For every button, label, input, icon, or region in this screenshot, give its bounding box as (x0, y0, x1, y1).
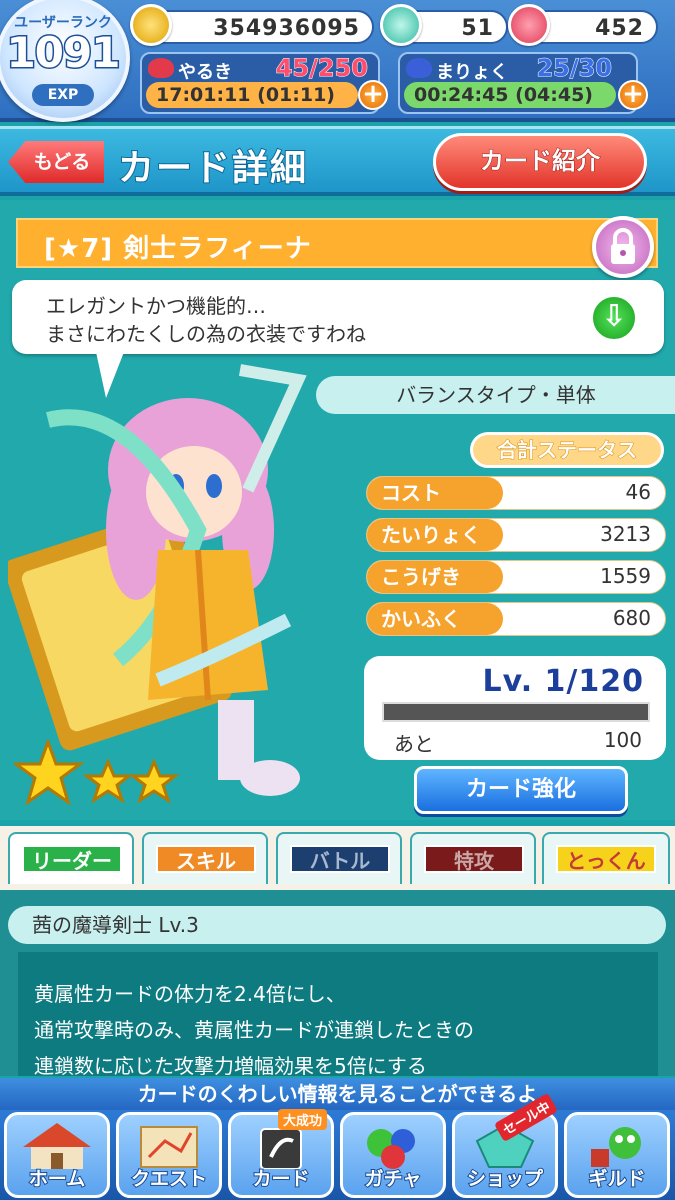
nav-card-badge: 大成功 (277, 1109, 327, 1130)
tab-leader[interactable]: リーダー (8, 832, 134, 884)
yaruki-face-icon (148, 58, 174, 78)
stat-label: たいりょく (367, 519, 503, 551)
bottom-nav: ホーム クエスト 大成功 カード ガチャ セール中 ショップ ギルド (0, 1092, 675, 1200)
gem-value: 51 (461, 16, 494, 41)
yaruki-label: やるき (178, 62, 232, 83)
card-detail-area: [★7] 剣士ラフィーナ エレガントかつ機能的… まさにわたくしの為の衣装ですわ… (0, 200, 675, 820)
total-status-label: 合計ステータス (470, 432, 664, 468)
maryoku-plus-button[interactable]: + (618, 80, 648, 110)
house-icon (23, 1123, 91, 1169)
maryoku-label: まりょく (436, 62, 508, 83)
nav-label: クエスト (130, 1167, 208, 1191)
yaruki-gauge: やるき 45/250 17:01:11 (01:11) (140, 52, 380, 114)
maryoku-gauge: まりょく 25/30 00:24:45 (04:45) (398, 52, 638, 114)
nav-guild[interactable]: ギルド (564, 1112, 670, 1198)
level-panel: Lv. 1/120 あと 100 (364, 656, 666, 760)
skill-line-1: 黄属性カードの体力を2.4倍にし、 (34, 982, 346, 1006)
maryoku-timer: 00:24:45 (04:45) (404, 82, 616, 108)
lock-icon (611, 228, 635, 264)
tab-label: とっくん (556, 845, 656, 873)
card-intro-button[interactable]: カード紹介 (433, 133, 647, 191)
rarity-star-2 (82, 758, 134, 804)
nav-label: ガチャ (364, 1167, 423, 1191)
exp-label: EXP (32, 84, 94, 106)
user-rank-badge: ユーザーランク 1091 EXP (0, 0, 130, 122)
tab-label: バトル (290, 845, 390, 873)
coin-icon (130, 4, 172, 46)
nav-shop[interactable]: セール中 ショップ (452, 1092, 559, 1198)
stat-label: コスト (367, 477, 503, 509)
ticket-icon (508, 4, 550, 46)
nav-card[interactable]: 大成功 カード (228, 1109, 334, 1198)
stat-hp: たいりょく 3213 (366, 518, 666, 552)
card-name: [★7] 剣士ラフィーナ (44, 234, 312, 264)
map-icon (140, 1126, 198, 1168)
stat-value: 680 (612, 606, 651, 630)
quote-line-2: まさにわたくしの為の衣装ですわね (46, 322, 366, 346)
ticket-value: 452 (595, 16, 644, 41)
arrow-down-icon: ⇩ (601, 299, 627, 334)
hint-text: カードのくわしい情報を見ることができるよ (0, 1078, 675, 1110)
nav-label: ショップ (466, 1167, 544, 1191)
nav-label: ホーム (28, 1167, 86, 1191)
maryoku-face-icon (406, 58, 432, 78)
tab-label: リーダー (22, 845, 122, 873)
skill-panel: 茜の魔導剣士 Lv.3 黄属性カードの体力を2.4倍にし、 通常攻撃時のみ、黄属… (0, 890, 675, 1078)
nav-home[interactable]: ホーム (4, 1112, 110, 1198)
character-boot (240, 760, 300, 796)
status-header: ユーザーランク 1091 EXP 354936095 51 452 やるき 45… (0, 0, 675, 122)
voice-download-button[interactable]: ⇩ (590, 294, 638, 342)
stat-attack: こうげき 1559 (366, 560, 666, 594)
tab-skill[interactable]: スキル (142, 832, 268, 884)
nav-label: ギルド (587, 1167, 646, 1191)
rarity-star-1 (14, 740, 85, 806)
remain-label: あと (394, 732, 434, 756)
tab-special-attack[interactable]: 特攻 (410, 832, 536, 884)
puyo-gacha-icon (367, 1129, 415, 1169)
title-bar: もどる カード詳細 カード紹介 (0, 126, 675, 196)
skill-title: 茜の魔導剣士 Lv.3 (8, 906, 666, 944)
tab-label: スキル (156, 845, 256, 873)
maryoku-value: 25/30 (536, 54, 613, 83)
back-button[interactable]: もどる (8, 141, 104, 183)
nav-quest[interactable]: クエスト (116, 1112, 222, 1198)
skill-tabs: リーダー スキル バトル 特攻 とっくん (0, 826, 675, 890)
quote-line-1: エレガントかつ機能的… (46, 294, 266, 318)
card-type: バランスタイプ・単体 (316, 376, 675, 414)
lock-button[interactable] (592, 216, 654, 278)
rank-value: 1091 (5, 27, 122, 79)
nav-gacha[interactable]: ガチャ (340, 1112, 446, 1198)
stat-recovery: かいふく 680 (366, 602, 666, 636)
stat-label: かいふく (367, 603, 503, 635)
stat-value: 1559 (600, 564, 651, 588)
page-title: カード詳細 (117, 147, 309, 190)
stat-cost: コスト 46 (366, 476, 666, 510)
tab-training[interactable]: とっくん (542, 832, 670, 884)
skill-description: 黄属性カードの体力を2.4倍にし、 通常攻撃時のみ、黄属性カードが連鎖したときの… (18, 952, 658, 1078)
skill-line-2: 通常攻撃時のみ、黄属性カードが連鎖したときの (34, 1018, 474, 1042)
tab-battle[interactable]: バトル (276, 832, 402, 884)
stat-label: こうげき (367, 561, 503, 593)
yaruki-value: 45/250 (275, 54, 368, 83)
rarity-star-3 (128, 758, 180, 804)
level-text: Lv. 1/120 (482, 664, 644, 699)
level-progress-bar (382, 702, 650, 722)
stat-value: 46 (625, 480, 651, 504)
coin-value: 354936095 (213, 16, 360, 41)
coin-counter: 354936095 (146, 10, 374, 44)
tab-label: 特攻 (424, 845, 524, 873)
remain-value: 100 (603, 728, 642, 752)
nav-label: カード (251, 1167, 310, 1191)
guild-icon (591, 1127, 641, 1167)
character-eye-right (206, 474, 222, 498)
yaruki-plus-button[interactable]: + (358, 80, 388, 110)
stat-value: 3213 (600, 522, 651, 546)
skill-line-3: 連鎖数に応じた攻撃力増幅効果を5倍にする (34, 1054, 427, 1078)
yaruki-timer: 17:01:11 (01:11) (146, 82, 358, 108)
speech-bubble: エレガントかつ機能的… まさにわたくしの為の衣装ですわね ⇩ (12, 280, 664, 354)
rarity-stars (14, 740, 180, 806)
card-enhance-button[interactable]: カード強化 (414, 766, 628, 814)
card-name-bar: [★7] 剣士ラフィーナ (16, 216, 658, 278)
gem-icon (380, 4, 422, 46)
